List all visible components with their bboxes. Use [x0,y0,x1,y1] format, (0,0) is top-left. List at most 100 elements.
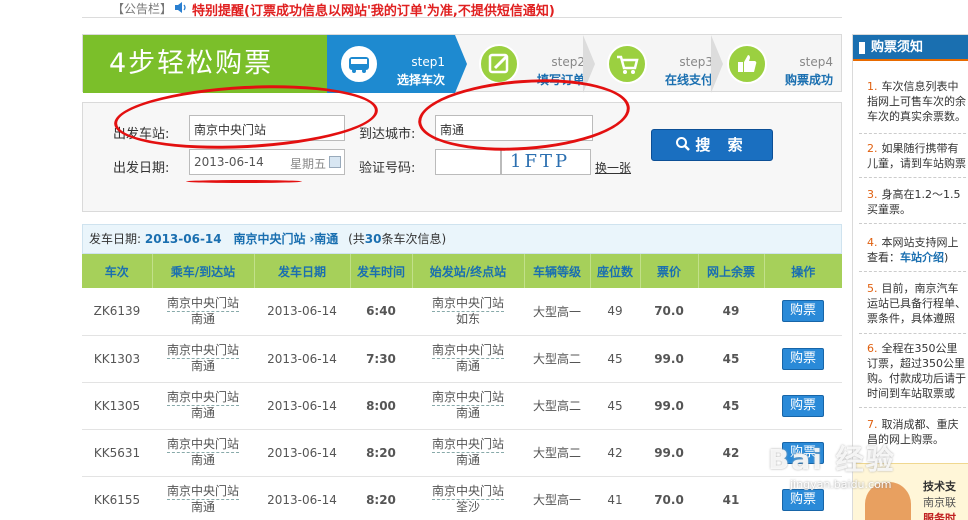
col-origin-terminal: 始发站/终点站 [412,254,525,288]
ticket-price: 99.0 [640,429,698,477]
board-station[interactable]: 南京中央门站 [166,484,239,500]
origin-station[interactable]: 南京中央门站 [431,390,504,406]
captcha-input[interactable] [435,149,501,175]
origin-terminal-cell: 南京中央门站 南通 [412,429,524,477]
col-price: 票价 [640,254,699,288]
terminal-station: 如东 [455,311,480,326]
table-row: KK5631 南京中央门站 南通 2013-06-14 8:20 南京中央门站 南通… [82,429,842,477]
note-line: 运站已具备行程单、 [867,297,966,310]
note-line: 指网上可售车次的余 [867,95,966,108]
board-arrive-cell: 南京中央门站 南通 [152,288,254,336]
station-intro-link[interactable]: 车站介绍 [900,251,944,264]
search-button-label: 搜 索 [695,136,749,154]
note-item-3: 3. 身高在1.2～1.5 买童票。 [867,187,961,217]
remaining-tickets: 42 [698,429,764,477]
board-arrive-cell: 南京中央门站 南通 [152,429,254,477]
arrive-station: 南通 [190,311,215,326]
col-grade: 车辆等级 [524,254,591,288]
date-input[interactable]: 2013-06-14 星期五 [189,149,345,175]
bus-grade: 大型高一 [524,476,590,520]
origin-station[interactable]: 南京中央门站 [431,484,504,500]
ticket-price: 70.0 [640,288,698,336]
buy-button[interactable]: 购票 [782,347,824,370]
support-company: 南京联 [923,496,956,509]
note-item-1: 1. 车次信息列表中 指网上可售车次的余 车次的真实余票数。 [867,79,966,124]
board-arrive-cell: 南京中央门站 南通 [152,476,254,520]
captcha-label: 验证号码: [359,161,416,176]
seat-count: 49 [590,288,640,336]
note-number: 4. [867,236,878,249]
bus-grade: 大型高二 [524,335,590,383]
note-line: 取消成都、重庆 [881,418,959,431]
buy-button[interactable]: 购票 [782,300,824,323]
step-name: 购票成功 [784,73,833,87]
seat-count: 45 [590,335,640,383]
step-number: step4 [799,55,833,69]
depart-time: 6:40 [350,288,412,336]
note-line: 车次的真实余票数。 [867,110,966,123]
col-depart-time: 发车时间 [350,254,413,288]
seat-count: 41 [590,476,640,520]
note-number: 3. [867,188,878,201]
board-station[interactable]: 南京中央门站 [166,390,239,406]
to-label: 到达城市: [359,127,416,142]
depart-time: 8:20 [350,429,412,477]
speaker-icon [175,2,186,13]
search-button[interactable]: 搜 索 [651,129,773,161]
board-station[interactable]: 南京中央门站 [166,296,239,312]
depart-date: 2013-06-14 [254,476,350,520]
remaining-tickets: 45 [698,382,764,430]
results-table: 车次 乘车/到达站 发车日期 发车时间 始发站/终点站 车辆等级 座位数 票价 … [82,254,842,520]
origin-station[interactable]: 南京中央门站 [431,343,504,359]
table-row: KK1303 南京中央门站 南通 2013-06-14 7:30 南京中央门站 南通… [82,335,842,383]
divider [859,133,968,134]
depart-date: 2013-06-14 [254,382,350,430]
notice-text[interactable]: 特别提醒(订票成功信息以网站'我的订单'为准,不提供短信通知) [192,0,555,19]
train-no: KK6155 [82,476,152,520]
buy-button[interactable]: 购票 [782,488,824,511]
bus-grade: 大型高二 [524,429,590,477]
result-to[interactable]: ›南通 [309,232,338,246]
origin-terminal-cell: 南京中央门站 如东 [412,288,524,336]
step-number: step2 [551,55,585,69]
baidu-watermark-url: jingyan.baidu.com [790,478,892,491]
col-remaining: 网上余票 [698,254,765,288]
board-station[interactable]: 南京中央门站 [166,437,239,453]
result-from[interactable]: 南京中央门站 [233,232,305,246]
arrive-station: 南通 [190,359,215,373]
table-header-row: 车次 乘车/到达站 发车日期 发车时间 始发站/终点站 车辆等级 座位数 票价 … [82,254,842,288]
note-item-4: 4. 本网站支持网上 查看：车站介绍) [867,236,959,264]
note-line: 订票，超过350公里 [867,357,965,370]
origin-station[interactable]: 南京中央门站 [431,296,504,312]
step-number: step1 [411,55,445,69]
board-station[interactable]: 南京中央门站 [166,343,239,359]
step-4: step4 购票成功 [715,35,843,93]
switch-captcha-link[interactable]: 换一张 [595,159,631,176]
note-line: 本网站支持网上 [881,236,959,249]
notice-bar: 【公告栏】 特别提醒(订票成功信息以网站'我的订单'为准,不提供短信通知) [82,0,842,19]
remaining-tickets: 45 [698,335,764,383]
seat-count: 45 [590,382,640,430]
result-count-prefix: (共 [348,232,365,246]
result-summary: 发车日期: 2013-06-14 南京中央门站 ›南通 (共30条车次信息) [82,224,842,254]
note-line: 购。付款成功后请于 [867,372,966,385]
captcha-image: 1FTP [501,149,591,175]
col-date: 发车日期 [254,254,351,288]
baidu-watermark: Bai 经验 [768,443,896,476]
origin-station[interactable]: 南京中央门站 [431,437,504,453]
col-train-no: 车次 [82,254,153,288]
note-line: 买童票。 [867,203,911,216]
step-3: step3 在线支付 [595,35,723,93]
terminal-station: 南通 [455,359,480,373]
annotation-underline-date [186,180,302,183]
step-number: step3 [679,55,713,69]
ticket-price: 70.0 [640,476,698,520]
depart-time: 7:30 [350,335,412,383]
search-icon [676,137,691,151]
depart-date: 2013-06-14 [254,335,350,383]
step-1: step1 选择车次 [327,35,455,93]
buy-button[interactable]: 购票 [782,394,824,417]
action-cell: 购票 [764,382,842,430]
note-item-5: 5. 目前，南京汽车 运站已具备行程单、 票条件，具体遵照 [867,281,966,326]
calendar-icon[interactable] [329,156,341,168]
